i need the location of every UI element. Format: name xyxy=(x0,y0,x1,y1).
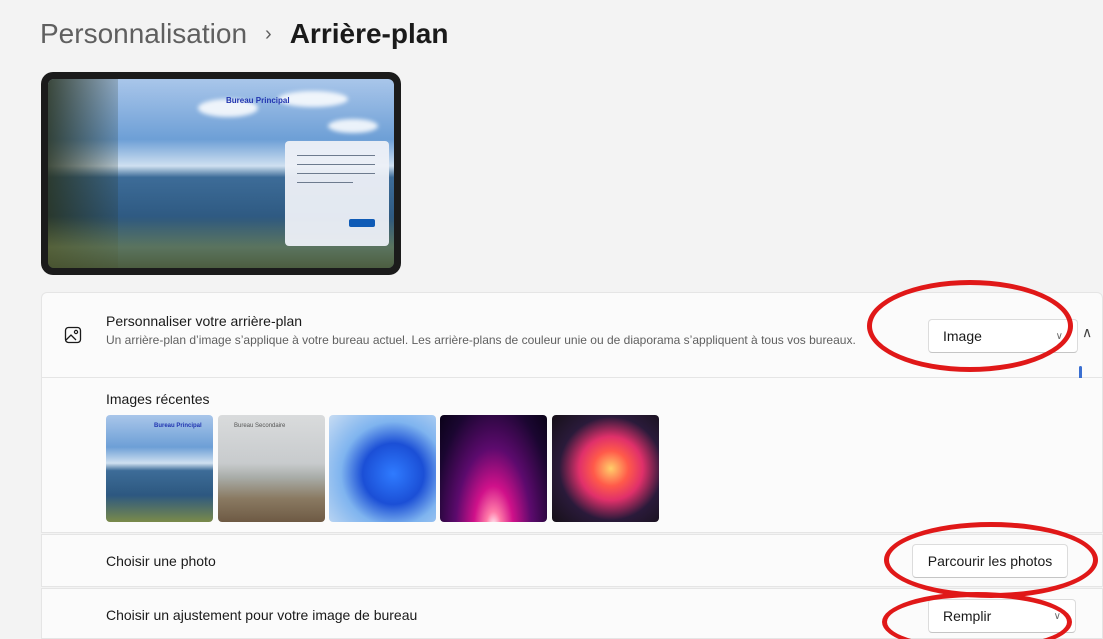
choose-photo-card: Choisir une photo Parcourir les photos xyxy=(41,534,1103,587)
chevron-down-icon: ∨ xyxy=(1055,330,1063,342)
choose-fit-label: Choisir un ajustement pour votre image d… xyxy=(106,607,418,623)
recent-image-5[interactable] xyxy=(552,415,659,522)
recent-images-title: Images récentes xyxy=(106,391,210,407)
background-type-card[interactable]: Personnaliser votre arrière-plan Un arri… xyxy=(41,292,1103,378)
preview-window xyxy=(285,141,389,246)
recent-image-2[interactable]: Bureau Secondaire xyxy=(218,415,325,522)
background-type-value: Image xyxy=(943,328,982,344)
background-type-dropdown[interactable]: Image ∨ xyxy=(928,319,1078,353)
page-title: Arrière-plan xyxy=(289,18,449,49)
background-description: Un arrière-plan d’image s’applique à vot… xyxy=(106,333,856,347)
choose-fit-card: Choisir un ajustement pour votre image d… xyxy=(41,588,1103,639)
recent-image-4[interactable] xyxy=(440,415,547,522)
background-title: Personnaliser votre arrière-plan xyxy=(106,313,303,329)
chevron-down-icon: ∨ xyxy=(1053,610,1061,622)
recent-images-card: Images récentes Bureau Principal Bureau … xyxy=(41,378,1103,533)
fit-dropdown[interactable]: Remplir ∨ xyxy=(928,599,1076,633)
choose-photo-label: Choisir une photo xyxy=(106,553,216,569)
breadcrumb: Personnalisation › Arrière-plan xyxy=(40,14,448,54)
thumb-caption: Bureau Secondaire xyxy=(234,423,286,429)
image-icon xyxy=(64,326,82,344)
desktop-preview: Bureau Principal xyxy=(41,72,401,275)
breadcrumb-parent[interactable]: Personnalisation xyxy=(40,14,247,54)
thumb-caption: Bureau Principal xyxy=(154,423,202,429)
collapse-chevron-icon[interactable]: ∨ xyxy=(1082,325,1092,342)
browse-photos-button[interactable]: Parcourir les photos xyxy=(912,544,1068,578)
recent-image-3[interactable] xyxy=(329,415,436,522)
fit-value: Remplir xyxy=(943,608,992,624)
preview-caption: Bureau Principal xyxy=(226,96,290,105)
recent-image-1[interactable]: Bureau Principal xyxy=(106,415,213,522)
preview-screen: Bureau Principal xyxy=(48,79,394,268)
preview-window-button xyxy=(349,219,375,227)
breadcrumb-separator-icon: › xyxy=(265,23,272,45)
